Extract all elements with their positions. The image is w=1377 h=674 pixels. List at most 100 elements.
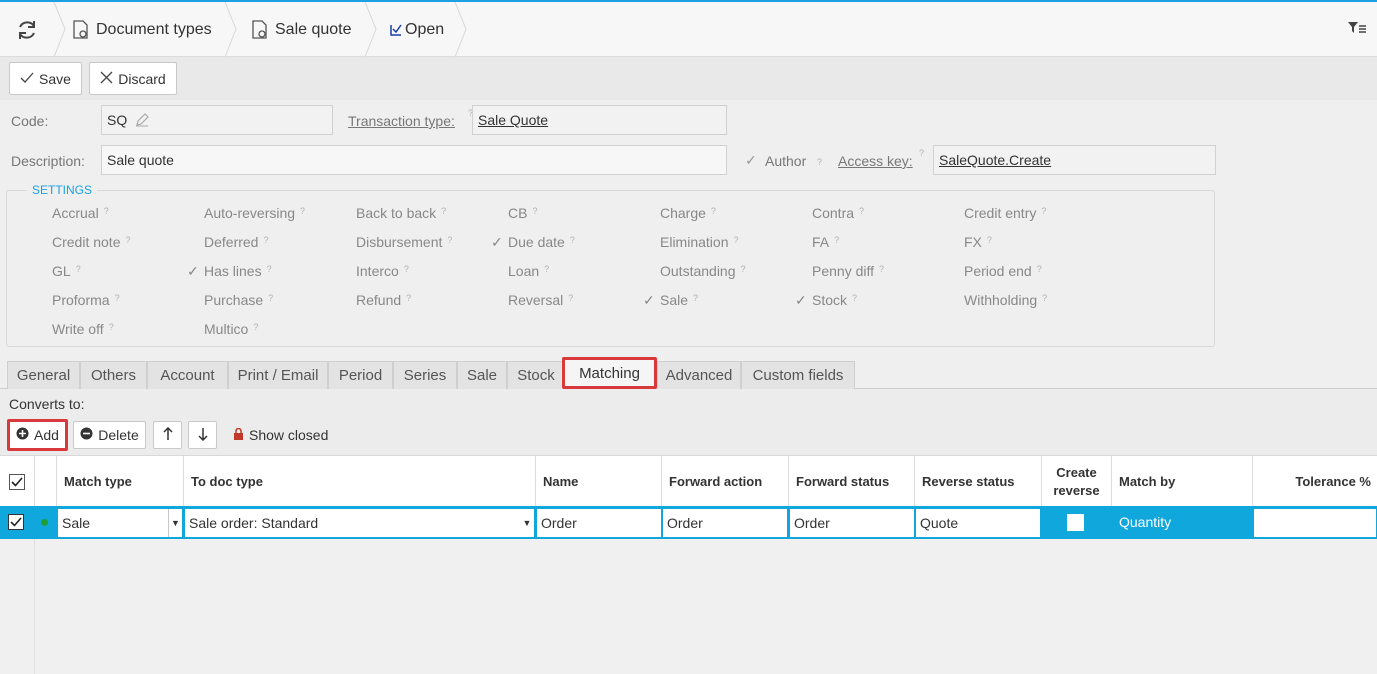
help-icon[interactable]: ? xyxy=(268,293,273,303)
setting-penny-diff[interactable]: Penny diff? xyxy=(812,263,884,279)
tab-matching[interactable]: Matching xyxy=(562,357,657,389)
help-icon[interactable]: ? xyxy=(406,293,411,303)
refresh-icon[interactable] xyxy=(14,17,40,43)
transaction-type-field[interactable]: Sale Quote xyxy=(472,105,727,135)
setting-cb[interactable]: CB? xyxy=(508,205,537,221)
filter-list-icon[interactable] xyxy=(1347,20,1367,39)
chevron-down-icon[interactable]: ▼ xyxy=(168,509,182,537)
edit-pencil-icon[interactable] xyxy=(135,113,150,127)
help-icon[interactable]: ? xyxy=(987,235,992,245)
setting-deferred[interactable]: Deferred? xyxy=(204,234,268,250)
setting-charge[interactable]: Charge? xyxy=(660,205,716,221)
create-reverse-checkbox[interactable] xyxy=(1067,514,1084,531)
save-button[interactable]: Save xyxy=(9,62,82,95)
setting-credit-entry[interactable]: Credit entry? xyxy=(964,205,1046,221)
add-button[interactable]: Add xyxy=(7,419,68,451)
help-icon[interactable]: ? xyxy=(570,235,575,245)
help-icon[interactable]: ? xyxy=(447,235,452,245)
tab-account[interactable]: Account xyxy=(147,361,228,389)
help-icon[interactable]: ? xyxy=(741,264,746,274)
move-down-button[interactable] xyxy=(188,421,217,449)
help-icon[interactable]: ? xyxy=(693,293,698,303)
setting-purchase[interactable]: Purchase? xyxy=(204,292,273,308)
setting-has-lines[interactable]: ✓ Has lines? xyxy=(187,263,272,279)
help-icon[interactable]: ? xyxy=(1042,293,1047,303)
transaction-type-label[interactable]: Transaction type: xyxy=(348,113,455,129)
help-icon[interactable]: ? xyxy=(267,264,272,274)
column-reverse-status[interactable]: Reverse status xyxy=(915,456,1042,507)
forward-action-input[interactable]: Order xyxy=(662,508,788,538)
setting-disbursement[interactable]: Disbursement? xyxy=(356,234,452,250)
to-doc-type-select[interactable]: Sale order: Standard ▼ xyxy=(184,508,535,538)
setting-back-to-back[interactable]: Back to back? xyxy=(356,205,446,221)
tab-stock[interactable]: Stock xyxy=(507,361,565,389)
code-field[interactable]: SQ xyxy=(101,105,333,135)
column-forward-action[interactable]: Forward action xyxy=(662,456,789,507)
breadcrumb-document-types[interactable]: Document types xyxy=(72,2,212,57)
tab-others[interactable]: Others xyxy=(80,361,147,389)
help-icon[interactable]: ? xyxy=(441,206,446,216)
setting-due-date[interactable]: ✓ Due date? xyxy=(491,234,575,250)
help-icon[interactable]: ? xyxy=(859,206,864,216)
help-icon[interactable]: ? xyxy=(115,293,120,303)
breadcrumb-open[interactable]: Open xyxy=(389,2,444,57)
setting-fa[interactable]: FA? xyxy=(812,234,839,250)
access-key-label[interactable]: Access key: xyxy=(838,153,913,169)
move-up-button[interactable] xyxy=(153,421,182,449)
setting-withholding[interactable]: Withholding? xyxy=(964,292,1047,308)
help-icon[interactable]: ? xyxy=(733,235,738,245)
tab-general[interactable]: General xyxy=(7,361,80,389)
setting-refund[interactable]: Refund? xyxy=(356,292,411,308)
setting-fx[interactable]: FX? xyxy=(964,234,992,250)
setting-stock[interactable]: ✓ Stock? xyxy=(795,292,857,308)
setting-auto-reversing[interactable]: Auto-reversing? xyxy=(204,205,305,221)
setting-reversal[interactable]: Reversal? xyxy=(508,292,573,308)
setting-gl[interactable]: GL? xyxy=(52,263,81,279)
column-match-by[interactable]: Match by xyxy=(1112,456,1253,507)
setting-loan[interactable]: Loan? xyxy=(508,263,549,279)
column-name[interactable]: Name xyxy=(536,456,662,507)
author-check-icon[interactable]: ✓ xyxy=(745,152,757,169)
setting-outstanding[interactable]: Outstanding? xyxy=(660,263,746,279)
select-all-checkbox-cell[interactable] xyxy=(0,456,35,507)
tab-period[interactable]: Period xyxy=(328,361,393,389)
tab-custom-fields[interactable]: Custom fields xyxy=(741,361,855,389)
setting-proforma[interactable]: Proforma? xyxy=(52,292,120,308)
setting-write-off[interactable]: Write off? xyxy=(52,321,114,337)
column-match-type[interactable]: Match type xyxy=(57,456,184,507)
help-icon[interactable]: ? xyxy=(817,157,822,167)
help-icon[interactable]: ? xyxy=(834,235,839,245)
setting-multico[interactable]: Multico? xyxy=(204,321,258,337)
help-icon[interactable]: ? xyxy=(300,206,305,216)
tab-advanced[interactable]: Advanced xyxy=(657,361,741,389)
column-to-doc-type[interactable]: To doc type xyxy=(184,456,536,507)
help-icon[interactable]: ? xyxy=(76,264,81,274)
setting-period-end[interactable]: Period end? xyxy=(964,263,1042,279)
breadcrumb-sale-quote[interactable]: Sale quote xyxy=(251,2,352,57)
setting-elimination[interactable]: Elimination? xyxy=(660,234,739,250)
setting-contra[interactable]: Contra? xyxy=(812,205,864,221)
description-field[interactable]: Sale quote xyxy=(101,145,727,175)
tolerance-input[interactable] xyxy=(1253,508,1377,538)
help-icon[interactable]: ? xyxy=(544,264,549,274)
tab-series[interactable]: Series xyxy=(393,361,457,389)
chevron-down-icon[interactable]: ▼ xyxy=(520,509,534,537)
help-icon[interactable]: ? xyxy=(568,293,573,303)
help-icon[interactable]: ? xyxy=(263,235,268,245)
help-icon[interactable]: ? xyxy=(532,206,537,216)
forward-status-input[interactable]: Order xyxy=(789,508,915,538)
help-icon[interactable]: ? xyxy=(852,293,857,303)
tab-sale[interactable]: Sale xyxy=(457,361,507,389)
setting-interco[interactable]: Interco? xyxy=(356,263,409,279)
discard-button[interactable]: Discard xyxy=(89,62,177,95)
select-all-checkbox[interactable] xyxy=(9,473,25,490)
help-icon[interactable]: ? xyxy=(109,322,114,332)
row-select-checkbox[interactable] xyxy=(8,514,24,530)
column-tolerance[interactable]: Tolerance % xyxy=(1253,456,1377,507)
help-icon[interactable]: ? xyxy=(253,322,258,332)
delete-button[interactable]: Delete xyxy=(73,421,146,449)
setting-credit-note[interactable]: Credit note? xyxy=(52,234,131,250)
help-icon[interactable]: ? xyxy=(711,206,716,216)
match-by-value[interactable]: Quantity xyxy=(1119,514,1171,530)
name-input[interactable]: Order xyxy=(536,508,662,538)
